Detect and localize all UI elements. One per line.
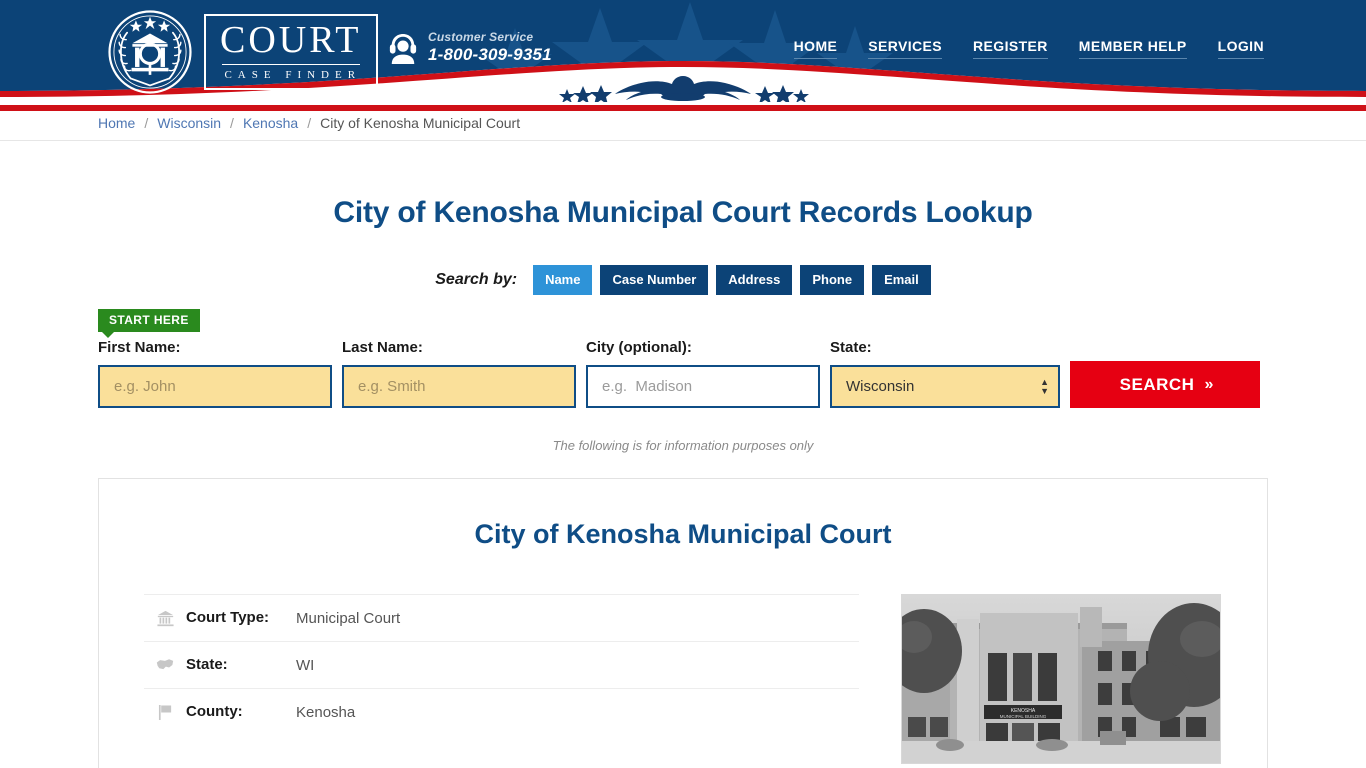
city-label: City (optional): (586, 339, 692, 356)
breadcrumb-item-current: City of Kenosha Municipal Court (320, 115, 521, 131)
breadcrumb-separator: / (230, 115, 234, 131)
court-seal-icon (108, 10, 192, 94)
tab-case-number[interactable]: Case Number (600, 265, 709, 295)
logo-wordmark: COURT CASE FINDER (204, 14, 378, 90)
search-by-tabs: Search by: Name Case Number Address Phon… (98, 265, 1268, 295)
bank-courthouse-icon (144, 610, 186, 627)
disclaimer-text: The following is for information purpose… (552, 438, 814, 453)
page-title: City of Kenosha Municipal Court Records … (333, 196, 1033, 229)
start-here-badge: START HERE (98, 309, 200, 338)
breadcrumb-separator: / (144, 115, 149, 131)
county-label: County: (186, 703, 243, 721)
county-value: Kenosha (296, 703, 356, 721)
customer-service-label: Customer Service (428, 30, 534, 44)
court-details-table: Court Type: Municipal Court State: WI Co… (144, 594, 859, 764)
state-field-group: State: Wisconsin ▲ ▼ (830, 339, 1060, 408)
tab-phone[interactable]: Phone (800, 265, 865, 295)
last-name-field-group: Last Name: (342, 339, 576, 408)
state-value: WI (296, 656, 315, 674)
city-field-group: City (optional): (586, 339, 820, 408)
table-row: County: Kenosha (144, 688, 859, 735)
nav-home[interactable]: HOME (793, 38, 838, 59)
customer-service-block: Customer Service 1-800-309-9351 (388, 30, 552, 65)
court-building-photo: KENOSHA MUNICIPAL BUILDING (901, 594, 1221, 764)
last-name-label: Last Name: (342, 339, 423, 356)
state-select[interactable]: Wisconsin (830, 365, 1060, 408)
logo-subtitle: CASE FINDER (224, 68, 362, 81)
city-input[interactable] (586, 365, 820, 408)
flag-icon (144, 704, 186, 721)
headset-support-icon (389, 33, 417, 64)
breadcrumb-item-home[interactable]: Home (98, 115, 135, 131)
tab-address[interactable]: Address (716, 265, 793, 295)
court-type-value: Municipal Court (296, 609, 401, 627)
double-chevron-right-icon: » (1204, 375, 1213, 393)
nav-login[interactable]: LOGIN (1217, 38, 1264, 59)
site-header: COURT CASE FINDER Customer Service 1-800… (0, 0, 1366, 105)
search-by-label: Search by: (435, 271, 518, 288)
logo-divider (222, 63, 360, 65)
main-navigation: HOME SERVICES REGISTER MEMBER HELP LOGIN (793, 38, 1264, 59)
nav-member-help[interactable]: MEMBER HELP (1078, 38, 1187, 59)
court-name-title: City of Kenosha Municipal Court (474, 519, 892, 549)
search-form: START HERE First Name: Last Name: City (… (98, 309, 1268, 408)
nav-register[interactable]: REGISTER (973, 38, 1048, 59)
tab-email[interactable]: Email (872, 265, 931, 295)
first-name-label: First Name: (98, 339, 181, 356)
search-button[interactable]: SEARCH » (1070, 361, 1260, 408)
main-content: City of Kenosha Municipal Court Records … (98, 196, 1268, 768)
state-label: State: (830, 339, 872, 356)
nav-services[interactable]: SERVICES (868, 38, 943, 59)
table-row: Court Type: Municipal Court (144, 594, 859, 641)
court-details-card: City of Kenosha Municipal Court Court Ty… (98, 478, 1268, 768)
breadcrumb-separator: / (307, 115, 312, 131)
first-name-input[interactable] (98, 365, 332, 408)
logo-title: COURT (220, 19, 362, 62)
court-type-label: Court Type: (186, 609, 270, 627)
breadcrumb-item-kenosha[interactable]: Kenosha (243, 115, 298, 131)
svg-text:MUNICIPAL BUILDING: MUNICIPAL BUILDING (1000, 714, 1047, 719)
customer-service-phone[interactable]: 1-800-309-9351 (428, 45, 552, 65)
site-logo[interactable]: COURT CASE FINDER (106, 8, 378, 96)
header-red-stripe (0, 105, 1366, 111)
tab-name[interactable]: Name (533, 265, 593, 295)
search-button-label: SEARCH (1119, 374, 1195, 394)
first-name-field-group: First Name: (98, 339, 332, 408)
breadcrumb-item-wisconsin[interactable]: Wisconsin (157, 115, 221, 131)
us-map-icon (144, 658, 186, 672)
state-label: State: (186, 656, 228, 674)
last-name-input[interactable] (342, 365, 576, 408)
table-row: State: WI (144, 641, 859, 688)
